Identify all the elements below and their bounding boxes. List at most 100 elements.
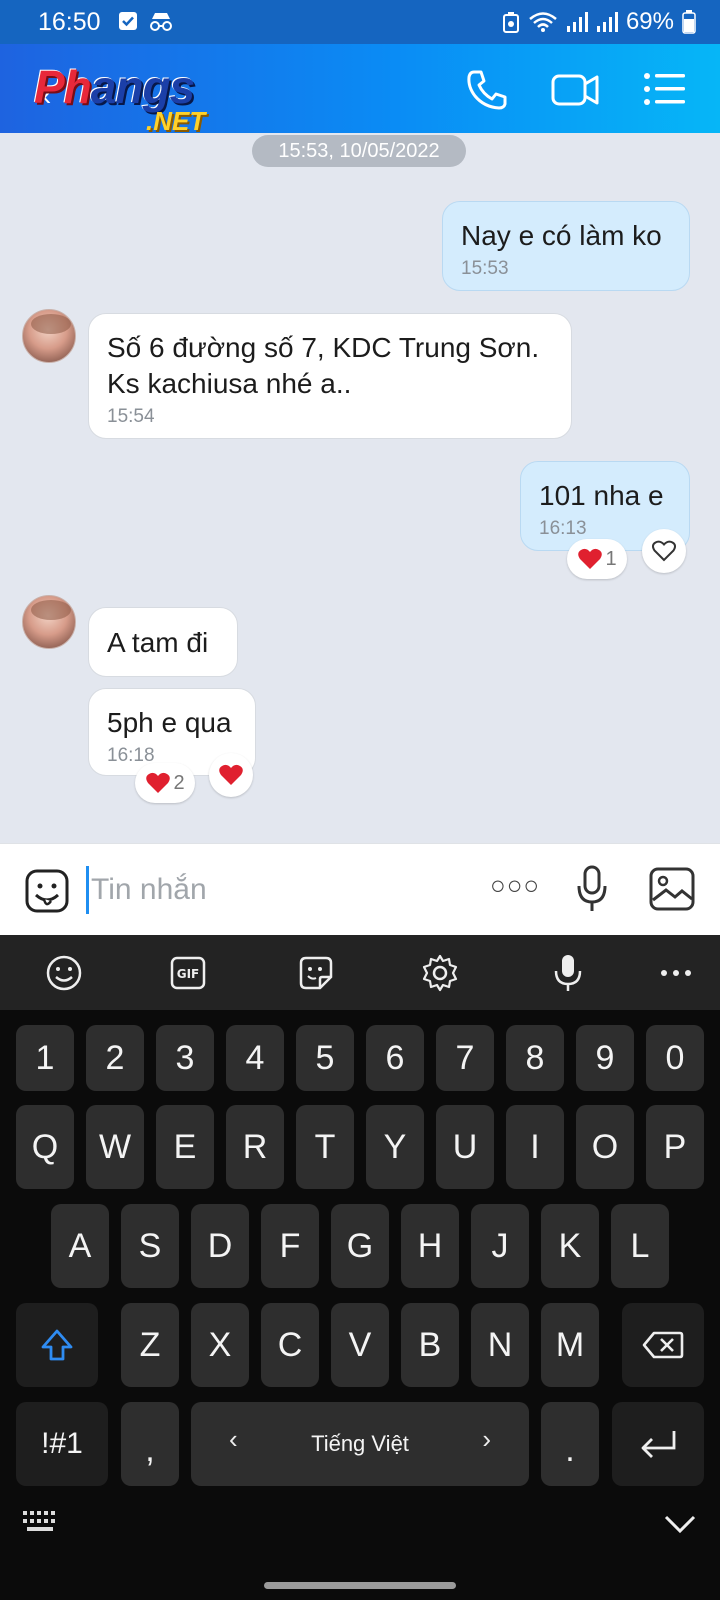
shift-key[interactable] — [16, 1303, 98, 1387]
key-q[interactable]: Q — [16, 1105, 74, 1189]
space-right-chevron: › — [482, 1424, 491, 1454]
signal-icon-2 — [596, 12, 618, 32]
react-button[interactable] — [642, 529, 686, 573]
space-key[interactable]: ‹ Tiếng Việt › — [191, 1402, 529, 1486]
backspace-key[interactable] — [622, 1303, 704, 1387]
gif-icon[interactable]: GIF — [168, 953, 208, 993]
reaction-summary[interactable]: 1 — [567, 539, 627, 579]
more-options-icon[interactable]: ○○○ — [490, 870, 540, 901]
key-n[interactable]: N — [471, 1303, 529, 1387]
key-j[interactable]: J — [471, 1204, 529, 1288]
phone-icon[interactable] — [462, 66, 512, 112]
battery-icon — [682, 10, 696, 34]
key-v[interactable]: V — [331, 1303, 389, 1387]
message-text: 5ph e qua — [107, 707, 232, 738]
key-5[interactable]: 5 — [296, 1025, 354, 1091]
comma-key[interactable]: , — [121, 1402, 179, 1486]
key-w[interactable]: W — [86, 1105, 144, 1189]
symbols-key[interactable]: !#1 — [16, 1402, 108, 1486]
message-time: 15:54 — [107, 406, 155, 427]
message-text: A tam đi — [107, 627, 209, 658]
key-z[interactable]: Z — [121, 1303, 179, 1387]
message-text-line1: Số 6 đường số 7, KDC Trung Sơn. — [107, 332, 540, 363]
space-left-chevron: ‹ — [229, 1424, 238, 1454]
message-text-line2: Ks kachiusa nhé a.. — [107, 368, 352, 399]
keyboard: 1 2 3 4 5 6 7 8 9 0 Q W E R T Y U I O P … — [0, 1010, 720, 1600]
key-b[interactable]: B — [401, 1303, 459, 1387]
emoji-icon[interactable] — [44, 953, 84, 993]
microphone-icon[interactable] — [574, 864, 610, 914]
key-y[interactable]: Y — [366, 1105, 424, 1189]
key-6[interactable]: 6 — [366, 1025, 424, 1091]
space-label: Tiếng Việt — [311, 1431, 409, 1456]
status-bar: 16:50 69% — [0, 0, 720, 44]
sticker-keyboard-icon[interactable] — [296, 953, 336, 993]
message-bubble-sent[interactable]: Nay e có làm ko 15:53 — [442, 201, 690, 291]
key-9[interactable]: 9 — [576, 1025, 634, 1091]
key-l[interactable]: L — [611, 1204, 669, 1288]
chat-messages[interactable]: 15:53, 10/05/2022 Nay e có làm ko 15:53 … — [0, 133, 720, 843]
avatar[interactable] — [22, 309, 76, 363]
heart-outline-icon — [652, 540, 676, 562]
status-system-icons: 69% — [502, 8, 696, 36]
more-horizontal-icon[interactable] — [656, 953, 696, 993]
keyboard-switch-icon[interactable] — [22, 1510, 60, 1534]
heart-icon — [219, 764, 243, 785]
period-key[interactable]: . — [541, 1402, 599, 1486]
chat-header: ‹ Phangs .NET — [0, 44, 720, 136]
key-8[interactable]: 8 — [506, 1025, 564, 1091]
key-1[interactable]: 1 — [16, 1025, 74, 1091]
key-u[interactable]: U — [436, 1105, 494, 1189]
enter-icon — [641, 1431, 676, 1458]
recycle-icon — [502, 12, 519, 33]
image-gallery-icon[interactable] — [648, 866, 696, 912]
key-2[interactable]: 2 — [86, 1025, 144, 1091]
key-f[interactable]: F — [261, 1204, 319, 1288]
watermark-logo: Phangs .NET — [34, 61, 206, 136]
key-7[interactable]: 7 — [436, 1025, 494, 1091]
hide-keyboard-chevron-icon[interactable] — [662, 1512, 698, 1536]
settings-gear-icon[interactable] — [420, 953, 460, 993]
react-button[interactable] — [209, 753, 253, 797]
message-time: 15:53 — [461, 258, 509, 279]
key-s[interactable]: S — [121, 1204, 179, 1288]
key-i[interactable]: I — [506, 1105, 564, 1189]
key-a[interactable]: A — [51, 1204, 109, 1288]
key-e[interactable]: E — [156, 1105, 214, 1189]
message-input[interactable] — [86, 866, 466, 914]
shift-arrow-icon — [41, 1329, 73, 1361]
key-d[interactable]: D — [191, 1204, 249, 1288]
key-m[interactable]: M — [541, 1303, 599, 1387]
key-o[interactable]: O — [576, 1105, 634, 1189]
home-indicator[interactable] — [264, 1582, 456, 1589]
key-r[interactable]: R — [226, 1105, 284, 1189]
key-3[interactable]: 3 — [156, 1025, 214, 1091]
key-p[interactable]: P — [646, 1105, 704, 1189]
status-notifications — [118, 11, 174, 31]
key-g[interactable]: G — [331, 1204, 389, 1288]
backspace-icon — [642, 1331, 684, 1359]
signal-icon — [566, 12, 588, 32]
enter-key[interactable] — [612, 1402, 704, 1486]
reaction-summary[interactable]: 2 — [135, 763, 195, 803]
message-bubble-received[interactable]: Số 6 đường số 7, KDC Trung Sơn. Ks kachi… — [88, 313, 572, 439]
message-bubble-received[interactable]: A tam đi — [88, 607, 238, 677]
sticker-icon[interactable] — [24, 868, 70, 914]
key-h[interactable]: H — [401, 1204, 459, 1288]
key-4[interactable]: 4 — [226, 1025, 284, 1091]
key-t[interactable]: T — [296, 1105, 354, 1189]
keyboard-toolbar: GIF — [0, 935, 720, 1010]
key-0[interactable]: 0 — [646, 1025, 704, 1091]
voice-input-icon[interactable] — [548, 953, 588, 993]
key-x[interactable]: X — [191, 1303, 249, 1387]
heart-icon — [146, 772, 171, 793]
key-k[interactable]: K — [541, 1204, 599, 1288]
avatar[interactable] — [22, 595, 76, 649]
date-separator: 15:53, 10/05/2022 — [252, 135, 466, 167]
key-c[interactable]: C — [261, 1303, 319, 1387]
wifi-icon — [529, 12, 557, 32]
menu-list-icon[interactable] — [640, 66, 690, 112]
video-call-icon[interactable] — [550, 66, 600, 112]
battery-percent: 69% — [625, 8, 674, 35]
heart-icon — [578, 548, 603, 569]
